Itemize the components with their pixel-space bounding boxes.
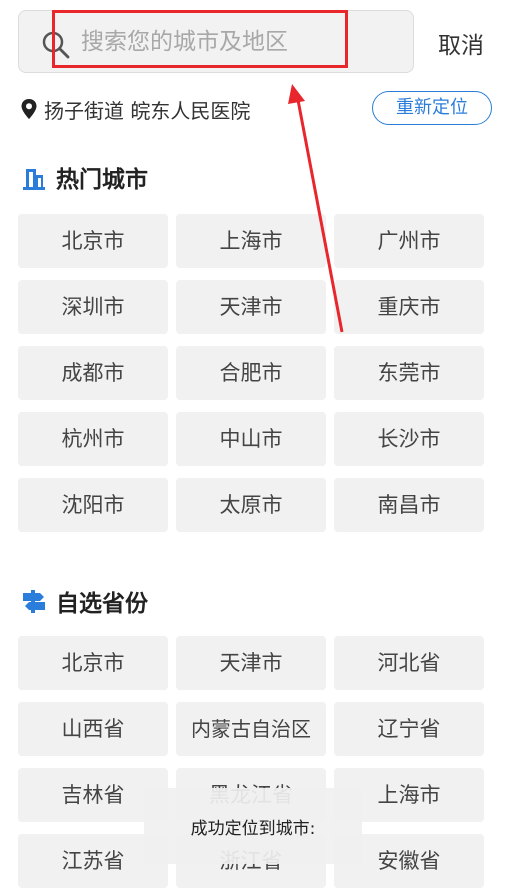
- city-cell[interactable]: 杭州市: [18, 412, 168, 466]
- city-cell[interactable]: 太原市: [176, 478, 326, 532]
- city-cell[interactable]: 广州市: [334, 214, 484, 268]
- search-icon: [42, 31, 70, 59]
- hot-cities-header: 热门城市: [20, 160, 148, 194]
- province-cell[interactable]: 天津市: [176, 636, 326, 690]
- province-cell[interactable]: 山西省: [18, 702, 168, 756]
- city-cell[interactable]: 沈阳市: [18, 478, 168, 532]
- province-cell[interactable]: 辽宁省: [334, 702, 484, 756]
- city-cell[interactable]: 南昌市: [334, 478, 484, 532]
- section-title: 自选省份: [56, 591, 148, 617]
- relocate-button[interactable]: 重新定位: [372, 91, 492, 125]
- toast-text: 成功定位到城市:: [190, 819, 316, 839]
- toast: 成功定位到城市:: [144, 788, 362, 864]
- search-box[interactable]: [18, 10, 414, 73]
- search-input[interactable]: [81, 25, 401, 59]
- city-cell[interactable]: 天津市: [176, 280, 326, 334]
- section-title: 热门城市: [56, 167, 148, 193]
- city-cell[interactable]: 合肥市: [176, 346, 326, 400]
- signpost-icon: [23, 590, 45, 613]
- province-cell[interactable]: 内蒙古自治区: [176, 702, 326, 756]
- city-cell[interactable]: 重庆市: [334, 280, 484, 334]
- city-cell[interactable]: 北京市: [18, 214, 168, 268]
- city-cell[interactable]: 上海市: [176, 214, 326, 268]
- cancel-button[interactable]: 取消: [438, 26, 484, 60]
- province-cell[interactable]: 北京市: [18, 636, 168, 690]
- city-cell[interactable]: 中山市: [176, 412, 326, 466]
- city-cell[interactable]: 成都市: [18, 346, 168, 400]
- city-cell[interactable]: 东莞市: [334, 346, 484, 400]
- location-text: 扬子街道 皖东人民医院: [44, 98, 251, 123]
- province-cell[interactable]: 河北省: [334, 636, 484, 690]
- city-cell[interactable]: 深圳市: [18, 280, 168, 334]
- provinces-header: 自选省份: [20, 584, 148, 618]
- location-pin-icon: [21, 99, 37, 119]
- city-cell[interactable]: 长沙市: [334, 412, 484, 466]
- current-location: 扬子街道 皖东人民医院: [20, 92, 250, 126]
- building-icon: [23, 169, 45, 190]
